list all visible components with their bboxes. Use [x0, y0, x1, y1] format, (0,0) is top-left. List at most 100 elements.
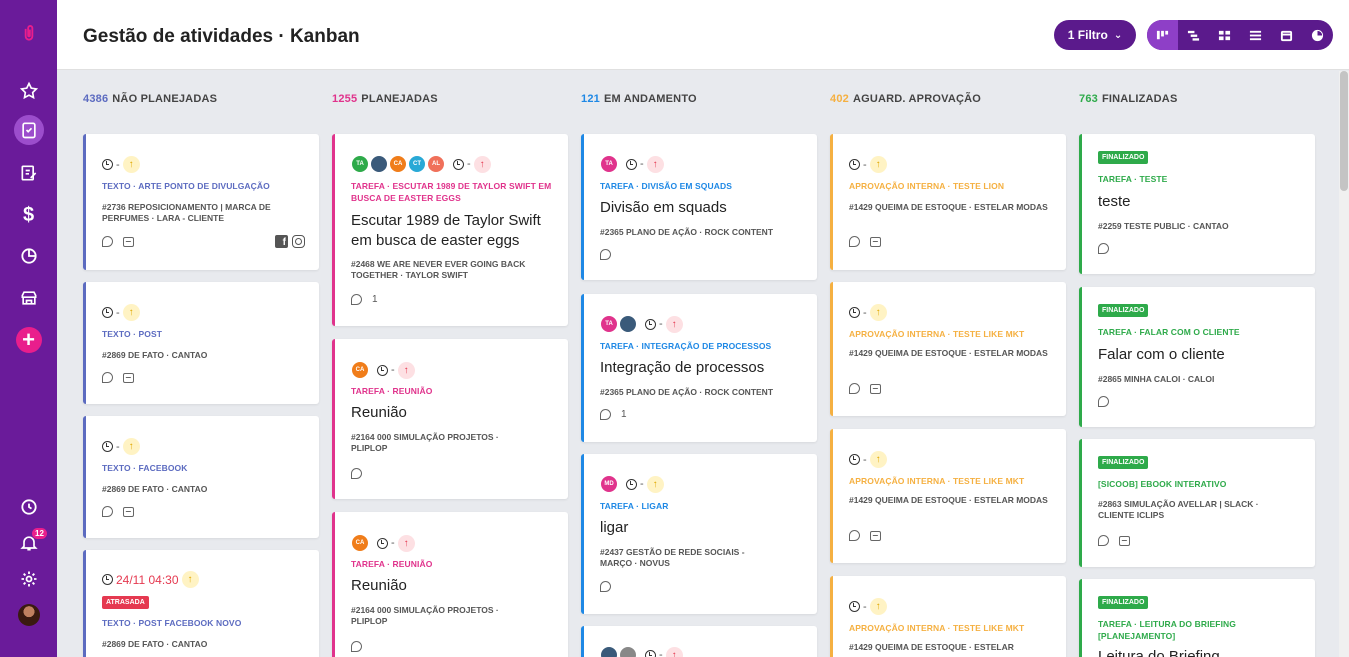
tasks-icon[interactable] [0, 115, 57, 145]
calendar-view-icon[interactable] [1271, 20, 1302, 50]
clock-icon [377, 537, 388, 549]
card-project: #2164 000 SIMULAÇÃO PROJETOS · PLIPLOP [351, 432, 499, 453]
card-category: TAREFA · LEITURA DO BRIEFING [PLANEJAMEN… [1098, 619, 1237, 641]
avatar: MD [600, 475, 618, 493]
gantt-view-icon[interactable] [1178, 20, 1209, 50]
store-icon[interactable] [0, 283, 57, 313]
filter-label: 1 Filtro [1067, 28, 1108, 42]
dollar-icon[interactable]: $ [0, 200, 57, 230]
scrollbar-thumb[interactable] [1340, 71, 1348, 191]
comment-icon[interactable] [849, 383, 860, 394]
image-icon[interactable] [123, 372, 134, 383]
priority-high-icon: ↑ [665, 315, 683, 333]
task-card[interactable]: CA - ↑ TAREFA · REUNIÃO Reunião #2164 000 … [332, 339, 568, 499]
avatar [370, 155, 388, 173]
instagram-icon [292, 235, 305, 248]
list-view-icon[interactable] [1240, 20, 1271, 50]
add-button[interactable]: + [0, 325, 57, 355]
comment-icon[interactable] [1098, 535, 1109, 546]
avatar: CA [351, 534, 369, 552]
notifications-icon[interactable]: 12 [0, 528, 57, 558]
priority-low-icon: ↑ [122, 304, 140, 321]
comment-icon[interactable] [351, 641, 362, 652]
task-card[interactable]: TA - ↑ TAREFA · INTEGRAÇÃO DE PROCESSOS In… [581, 294, 817, 442]
task-card[interactable]: FINALIZADO TAREFA · TESTE teste #2259 TE… [1079, 134, 1315, 274]
card-category: TAREFA · REUNIÃO [351, 386, 433, 396]
card-title: teste [1098, 193, 1131, 210]
comment-icon[interactable] [351, 468, 362, 479]
facebook-icon: f [275, 235, 288, 248]
card-title: Integração de processos [600, 359, 765, 376]
task-card[interactable]: FINALIZADO TAREFA · FALAR COM O CLIENTE … [1079, 287, 1315, 427]
priority-high-icon: ↑ [473, 155, 491, 173]
avatar [600, 646, 618, 657]
task-card[interactable]: - ↑ TEXTO · FACEBOOK #2869 DE FATO · CANT… [83, 416, 319, 538]
card-title: Divisão em squads [600, 199, 727, 216]
image-icon[interactable] [870, 383, 881, 394]
task-card[interactable]: MD - ↑ TAREFA · LIGAR ligar #2437 GESTÃO D… [581, 454, 817, 614]
pie-chart-icon[interactable] [0, 241, 57, 271]
comment-icon[interactable] [849, 236, 860, 247]
card-category: TAREFA · ESCUTAR 1989 DE TAYLOR SWIFT EM… [351, 181, 552, 203]
comment-icon[interactable] [600, 581, 611, 592]
task-card[interactable]: - ↑ TEXTO · POST #2869 DE FATO · CANTAO [83, 282, 319, 404]
paperclip-icon[interactable] [0, 18, 57, 48]
comment-icon[interactable] [600, 409, 611, 420]
image-icon[interactable] [123, 236, 134, 247]
settings-icon[interactable] [0, 564, 57, 594]
card-category: APROVAÇÃO INTERNA · TESTE LIKE MKT [849, 329, 1025, 339]
comment-icon[interactable] [600, 249, 611, 260]
task-card[interactable]: CA - ↑ TAREFA · REUNIÃO Reunião #2164 000 … [332, 512, 568, 657]
task-card[interactable]: - ↑ TEXTO · ARTE PONTO DE DIVULGAÇÃO #273… [83, 134, 319, 270]
comment-icon[interactable] [102, 372, 113, 383]
history-icon[interactable] [0, 492, 57, 522]
task-card[interactable]: - ↑ APROVAÇÃO INTERNA · TESTE LIKE MKT #1… [830, 429, 1066, 563]
scrollbar[interactable] [1339, 71, 1349, 657]
image-icon[interactable] [123, 506, 134, 517]
priority-low-icon: ↑ [181, 571, 199, 588]
card-category: TAREFA · INTEGRAÇÃO DE PROCESSOS [600, 341, 772, 351]
priority-high-icon: ↑ [665, 646, 683, 657]
avatar [619, 646, 637, 657]
chevron-down-icon: ⌄ [1113, 29, 1123, 41]
task-card[interactable]: - ↑ APROVAÇÃO INTERNA · TESTE LION #1429 … [830, 134, 1066, 270]
star-icon[interactable] [0, 76, 57, 106]
comment-icon[interactable] [102, 506, 113, 517]
task-card[interactable]: 24/11 04:30 ↑ ATRASADA TEXTO · POST FACEB… [83, 550, 319, 657]
task-card[interactable]: FINALIZADO TAREFA · LEITURA DO BRIEFING … [1079, 579, 1315, 657]
page-title: Gestão de atividades · Kanban [83, 26, 360, 47]
card-title: Reunião [351, 404, 407, 421]
comment-icon[interactable] [1098, 396, 1109, 407]
image-icon[interactable] [870, 236, 881, 247]
card-title: ligar [600, 519, 629, 536]
task-card[interactable]: - ↑ APROVAÇÃO INTERNA · TESTE LIKE MKT #1… [830, 576, 1066, 657]
card-project: #1429 QUEIMA DE ESTOQUE · ESTELAR MODAS [849, 348, 1048, 358]
comment-icon[interactable] [102, 236, 113, 247]
task-card[interactable]: - ↑ [581, 626, 817, 657]
comment-icon[interactable] [351, 294, 362, 305]
task-card[interactable]: - ↑ APROVAÇÃO INTERNA · TESTE LIKE MKT #1… [830, 282, 1066, 416]
comment-icon[interactable] [849, 530, 860, 541]
task-card[interactable]: FINALIZADO [SICOOB] EBOOK INTERATIVO #28… [1079, 439, 1315, 567]
clock-icon [645, 649, 656, 657]
notification-badge: 12 [32, 528, 47, 539]
grid-view-icon[interactable] [1209, 20, 1240, 50]
clock-icon [377, 364, 388, 376]
card-title: Escutar 1989 de Taylor Swift em busca de… [351, 212, 541, 249]
clock-icon [453, 158, 464, 170]
comment-icon[interactable] [1098, 243, 1109, 254]
kanban-view-icon[interactable] [1147, 20, 1178, 50]
status-badge: FINALIZADO [1098, 151, 1149, 164]
chart-view-icon[interactable] [1302, 20, 1333, 50]
priority-high-icon: ↑ [397, 361, 415, 379]
card-project: #2365 PLANO DE AÇÃO · ROCK CONTENT [600, 387, 774, 397]
task-card[interactable]: TA - ↑ TAREFA · DIVISÃO EM SQUADS Divisão … [581, 134, 817, 280]
column-header: 4386 NÃO PLANEJADAS [83, 93, 217, 105]
user-avatar[interactable] [0, 600, 57, 630]
image-icon[interactable] [870, 530, 881, 541]
task-card[interactable]: TA CA CT AL - ↑ TAREFA · ESCUTAR 1989 DE … [332, 134, 568, 326]
image-icon[interactable] [1119, 535, 1130, 546]
edit-icon[interactable] [0, 158, 57, 188]
filter-button[interactable]: 1 Filtro ⌄ [1054, 20, 1136, 50]
clock-icon [626, 478, 637, 490]
